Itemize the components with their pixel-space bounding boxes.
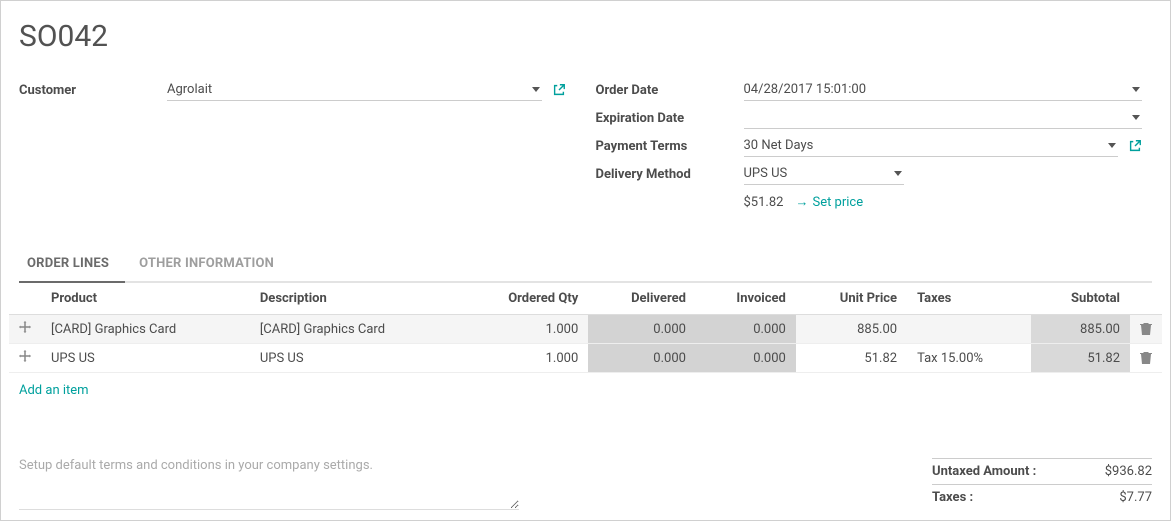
col-ordered-qty: Ordered Qty — [459, 283, 589, 315]
order-lines-table: Product Description Ordered Qty Delivere… — [9, 283, 1162, 373]
expiration-date-field[interactable] — [744, 107, 1143, 129]
set-price-label: Set price — [812, 195, 863, 210]
tab-other-information[interactable]: OTHER INFORMATION — [131, 248, 290, 281]
payment-terms-label: Payment Terms — [596, 139, 744, 154]
cell-subtotal: 885.00 — [1031, 315, 1130, 344]
cell-subtotal: 51.82 — [1031, 344, 1130, 373]
external-link-icon[interactable] — [552, 83, 566, 97]
drag-handle-icon[interactable] — [9, 315, 41, 344]
untaxed-amount-value: $936.82 — [1105, 464, 1152, 479]
trash-icon[interactable] — [1130, 344, 1162, 373]
tab-order-lines[interactable]: ORDER LINES — [19, 248, 125, 281]
order-date-value: 04/28/2017 15:01:00 — [744, 82, 1127, 97]
cell-description[interactable]: [CARD] Graphics Card — [250, 315, 459, 344]
terms-placeholder: Setup default terms and conditions in yo… — [19, 458, 373, 473]
arrow-right-icon: → — [795, 194, 808, 210]
table-row[interactable]: [CARD] Graphics Card [CARD] Graphics Car… — [9, 315, 1162, 344]
drag-handle-icon[interactable] — [9, 344, 41, 373]
col-invoiced: Invoiced — [696, 283, 796, 315]
cell-unit-price[interactable]: 885.00 — [796, 315, 907, 344]
cell-product[interactable]: [CARD] Graphics Card — [41, 315, 250, 344]
cell-delivered: 0.000 — [588, 344, 696, 373]
totals-block: Untaxed Amount : $936.82 Taxes : $7.77 — [932, 458, 1152, 510]
terms-conditions-input[interactable]: Setup default terms and conditions in yo… — [19, 458, 519, 510]
expiration-date-label: Expiration Date — [596, 111, 744, 126]
add-item-link[interactable]: Add an item — [19, 383, 89, 398]
set-price-button[interactable]: → Set price — [795, 194, 863, 210]
customer-field[interactable]: Agrolait — [167, 79, 542, 101]
payment-terms-field[interactable]: 30 Net Days — [744, 135, 1119, 157]
taxes-label: Taxes : — [932, 490, 973, 505]
cell-taxes[interactable]: Tax 15.00% — [907, 344, 1031, 373]
cell-description[interactable]: UPS US — [250, 344, 459, 373]
col-taxes: Taxes — [907, 283, 1031, 315]
chevron-down-icon — [1132, 87, 1140, 92]
col-product: Product — [41, 283, 250, 315]
trash-icon[interactable] — [1130, 315, 1162, 344]
external-link-icon[interactable] — [1128, 139, 1142, 153]
customer-label: Customer — [19, 83, 167, 98]
order-date-field[interactable]: 04/28/2017 15:01:00 — [744, 79, 1143, 101]
col-subtotal: Subtotal — [1031, 283, 1130, 315]
cell-unit-price[interactable]: 51.82 — [796, 344, 907, 373]
order-date-label: Order Date — [596, 83, 744, 98]
cell-ordered-qty[interactable]: 1.000 — [459, 344, 589, 373]
cell-product[interactable]: UPS US — [41, 344, 250, 373]
delivery-method-value: UPS US — [744, 166, 888, 181]
delivery-method-label: Delivery Method — [596, 167, 744, 182]
delivery-price: $51.82 — [744, 195, 784, 210]
cell-delivered: 0.000 — [588, 315, 696, 344]
col-delivered: Delivered — [588, 283, 696, 315]
payment-terms-value: 30 Net Days — [744, 138, 1103, 153]
chevron-down-icon — [532, 87, 540, 92]
cell-ordered-qty[interactable]: 1.000 — [459, 315, 589, 344]
order-name: SO042 — [19, 19, 1152, 54]
customer-value: Agrolait — [167, 82, 526, 97]
col-unit-price: Unit Price — [796, 283, 907, 315]
col-description: Description — [250, 283, 459, 315]
table-row[interactable]: UPS US UPS US 1.000 0.000 0.000 51.82 Ta… — [9, 344, 1162, 373]
cell-taxes[interactable] — [907, 315, 1031, 344]
taxes-value: $7.77 — [1119, 490, 1152, 505]
chevron-down-icon — [894, 171, 902, 176]
chevron-down-icon — [1132, 115, 1140, 120]
delivery-method-field[interactable]: UPS US — [744, 163, 904, 185]
cell-invoiced: 0.000 — [696, 344, 796, 373]
chevron-down-icon — [1108, 143, 1116, 148]
cell-invoiced: 0.000 — [696, 315, 796, 344]
untaxed-amount-label: Untaxed Amount : — [932, 464, 1036, 479]
